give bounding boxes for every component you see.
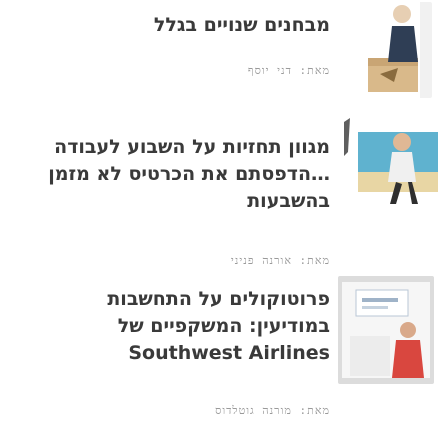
- headline-line: פרוטוקולים על התחשבות: [107, 288, 330, 310]
- headline-line: Southwest Airlines: [128, 342, 330, 364]
- list-item[interactable]: מבחנים שנויים בגלל מאת: דני יוסף: [0, 0, 442, 110]
- list-item[interactable]: פרוטוקולים על התחשבות במודיעין: המשקפיים…: [0, 258, 442, 447]
- headline-line: במודיעין: המשקפיים של: [117, 315, 330, 337]
- article-list-panel: מבחנים שנויים בגלל מאת: דני יוסף מגוון ת…: [0, 0, 442, 447]
- article-thumbnail[interactable]: [338, 112, 438, 208]
- article-byline: מאת: דני יוסף: [247, 64, 330, 77]
- box-with-arrow-icon: [340, 2, 432, 98]
- headline-line: מבחנים שנויים בגלל: [153, 14, 330, 36]
- headline-line: בהשבעות: [247, 190, 330, 212]
- list-item[interactable]: מגוון תחזיות על השבוע לעבודה …הדפסתם את …: [0, 108, 442, 267]
- article-byline: מאת: מורנה גוטלדוס: [215, 404, 330, 417]
- article-headline[interactable]: פרוטוקולים על התחשבות במודיעין: המשקפיים…: [22, 286, 330, 367]
- headline-line: מגוון תחזיות על השבוע לעבודה: [54, 136, 330, 158]
- article-headline[interactable]: מגוון תחזיות על השבוע לעבודה …הדפסתם את …: [22, 134, 330, 215]
- article-thumbnail[interactable]: [338, 276, 434, 384]
- person-on-beach-icon: [338, 112, 438, 208]
- presenter-slide-icon: [338, 276, 434, 384]
- headline-line: …הדפסתם את הכרטיס לא מזמן: [48, 163, 330, 185]
- article-headline[interactable]: מבחנים שנויים בגלל: [22, 12, 330, 39]
- article-thumbnail[interactable]: [340, 2, 432, 98]
